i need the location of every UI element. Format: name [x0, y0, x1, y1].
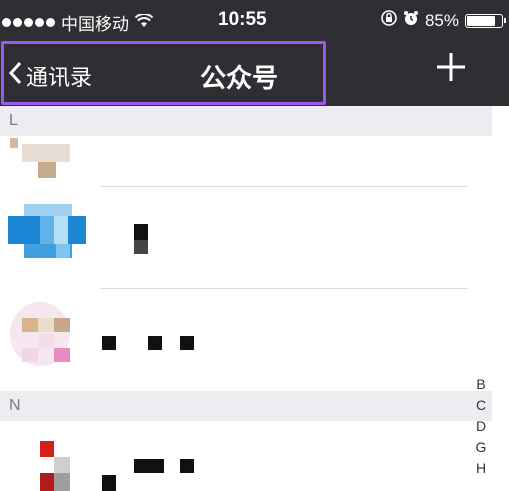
list-item[interactable] — [0, 136, 492, 186]
index-letter-d[interactable]: D — [470, 416, 492, 437]
alphabet-index[interactable]: B C D G H — [470, 374, 492, 479]
battery-icon — [465, 13, 506, 28]
add-button[interactable] — [434, 50, 468, 91]
clock: 10:55 — [218, 9, 267, 30]
avatar — [10, 138, 18, 148]
section-letter: L — [9, 112, 18, 129]
index-letter-h[interactable]: H — [470, 458, 492, 479]
list-item[interactable] — [0, 421, 492, 491]
list-item[interactable] — [0, 188, 492, 288]
carrier-label: 中国移动 — [61, 15, 129, 34]
index-letter-b[interactable]: B — [470, 374, 492, 395]
list-item[interactable] — [0, 290, 492, 390]
battery-percent: 85% — [424, 10, 459, 30]
signal-strength-icon — [2, 18, 55, 27]
alarm-icon — [403, 10, 419, 31]
index-letter-c[interactable]: C — [470, 395, 492, 416]
section-header-l: L — [0, 106, 492, 136]
wifi-icon — [134, 12, 154, 32]
divider — [100, 288, 468, 289]
section-header-n: N — [0, 391, 492, 421]
plus-icon — [437, 53, 465, 81]
highlight-box — [1, 41, 326, 105]
index-letter-g[interactable]: G — [470, 437, 492, 458]
rotation-lock-icon — [381, 10, 397, 31]
section-letter: N — [9, 397, 21, 414]
status-bar: 中国移动 10:55 85% — [0, 0, 509, 40]
divider — [100, 186, 468, 187]
